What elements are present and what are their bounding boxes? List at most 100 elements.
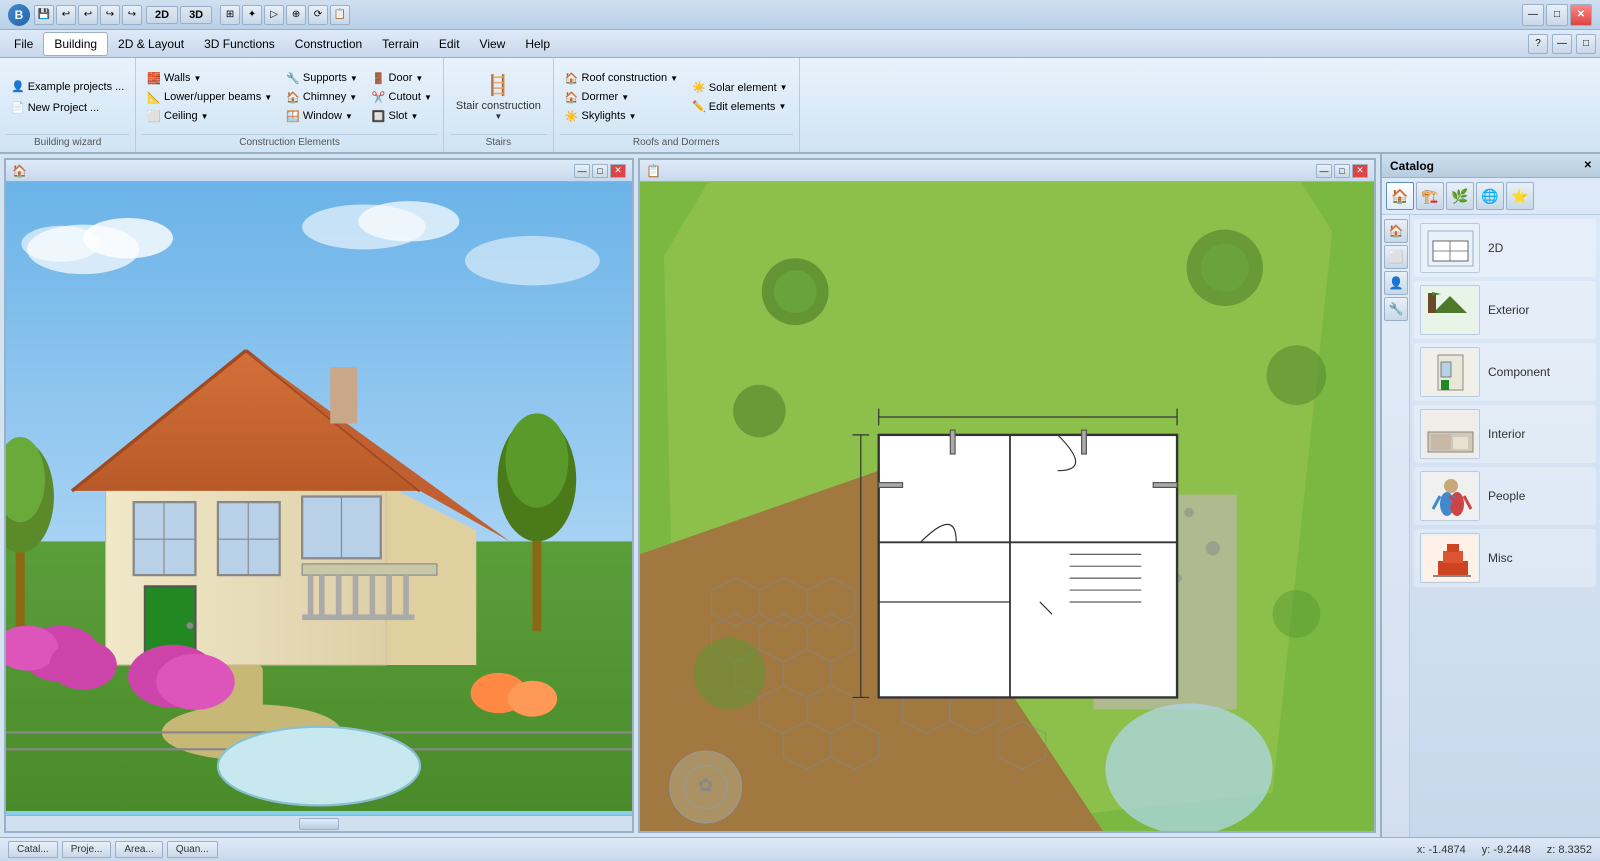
status-tab-quantity[interactable]: Quan...	[167, 841, 218, 858]
roofs-label: Roofs and Dormers	[560, 134, 793, 148]
catalog-tool-home[interactable]: 🏗️	[1416, 182, 1444, 210]
ribbon-group-construction: 🧱 Walls ▼ 📐 Lower/upper beams ▼ ⬜ Ceilin…	[136, 58, 444, 152]
status-tab-catalog[interactable]: Catal...	[8, 841, 58, 858]
catalog-tool-fav[interactable]: ⭐	[1506, 182, 1534, 210]
toolbar-btn6[interactable]: 📋	[330, 5, 350, 25]
redo2-btn[interactable]: ↪	[122, 5, 142, 25]
menu-building[interactable]: Building	[43, 32, 108, 56]
slot-arrow: ▼	[410, 112, 418, 121]
roof-construction-btn[interactable]: 🏠 Roof construction ▼	[560, 70, 683, 87]
redo-btn[interactable]: ↪	[100, 5, 120, 25]
save-btn[interactable]: 💾	[34, 5, 54, 25]
panel-3d-minimize[interactable]: —	[574, 164, 590, 178]
status-tab-project[interactable]: Proje...	[62, 841, 112, 858]
stair-construction-btn[interactable]: 🪜 Stair construction ▼	[450, 69, 547, 125]
ceiling-icon: ⬜	[147, 110, 161, 123]
catalog-item-misc[interactable]: Misc	[1414, 529, 1596, 587]
construction-label: Construction Elements	[142, 134, 437, 148]
door-arrow: ▼	[415, 74, 423, 83]
panel-2d-minimize[interactable]: —	[1316, 164, 1332, 178]
undo-btn[interactable]: ↩	[56, 5, 76, 25]
toolbar-btn1[interactable]: ⊞	[220, 5, 240, 25]
maximize-btn[interactable]: □	[1546, 4, 1568, 26]
ceiling-btn[interactable]: ⬜ Ceiling ▼	[142, 108, 277, 125]
catalog-close[interactable]: ✕	[1584, 160, 1592, 171]
toolbar-btn4[interactable]: ⊕	[286, 5, 306, 25]
roofs-col1: 🏠 Roof construction ▼ 🏠 Dormer ▼ ☀️ Skyl…	[560, 70, 683, 125]
lower-upper-beams-btn[interactable]: 📐 Lower/upper beams ▼	[142, 89, 277, 106]
edit-arrow: ▼	[778, 102, 786, 111]
help-icon[interactable]: ?	[1528, 34, 1548, 54]
expand-icon[interactable]: □	[1576, 34, 1596, 54]
cat-nav-person[interactable]: 👤	[1384, 271, 1408, 295]
menu-construction[interactable]: Construction	[285, 33, 372, 55]
catalog-tool-3d[interactable]: 🏠	[1386, 182, 1414, 210]
catalog-toolbar: 🏠 🏗️ 🌿 🌐 ⭐	[1382, 178, 1600, 215]
stairs-arrow: ▼	[494, 112, 502, 121]
window-btn[interactable]: 🪟 Window ▼	[281, 108, 363, 125]
2d-toggle[interactable]: 2D	[146, 6, 178, 24]
catalog-tool-world[interactable]: 🌐	[1476, 182, 1504, 210]
settings-icon[interactable]: —	[1552, 34, 1572, 54]
cat-nav-grid[interactable]: ⬜	[1384, 245, 1408, 269]
menu-view[interactable]: View	[470, 33, 516, 55]
status-bar: Catal... Proje... Area... Quan... x: -1.…	[0, 837, 1600, 861]
scene-3d[interactable]	[6, 182, 632, 811]
toolbar-btn3[interactable]: ▷	[264, 5, 284, 25]
panel-2d-maximize[interactable]: □	[1334, 164, 1350, 178]
toolbar-btn2[interactable]: ✦	[242, 5, 262, 25]
menu-help[interactable]: Help	[515, 33, 560, 55]
catalog-item-2d[interactable]: 2D	[1414, 219, 1596, 277]
undo2-btn[interactable]: ↩	[78, 5, 98, 25]
supports-btn[interactable]: 🔧 Supports ▼	[281, 70, 363, 87]
cat-nav-house[interactable]: 🏠	[1384, 219, 1408, 243]
close-btn[interactable]: ✕	[1570, 4, 1592, 26]
panel-2d-close[interactable]: ✕	[1352, 164, 1368, 178]
dormer-btn[interactable]: 🏠 Dormer ▼	[560, 89, 683, 106]
dormer-arrow: ▼	[621, 93, 629, 102]
catalog-tool-terrain[interactable]: 🌿	[1446, 182, 1474, 210]
example-projects-btn[interactable]: 👤 Example projects ...	[6, 78, 129, 95]
supports-arrow: ▼	[350, 74, 358, 83]
solar-element-btn[interactable]: ☀️ Solar element ▼	[687, 79, 793, 96]
3d-scrollbar[interactable]	[6, 815, 632, 831]
menu-2d-layout[interactable]: 2D & Layout	[108, 33, 194, 55]
construction-content: 🧱 Walls ▼ 📐 Lower/upper beams ▼ ⬜ Ceilin…	[142, 62, 437, 132]
walls-btn[interactable]: 🧱 Walls ▼	[142, 70, 277, 87]
wizard-content: 👤 Example projects ... 📄 New Project ...	[6, 62, 129, 132]
menu-edit[interactable]: Edit	[429, 33, 470, 55]
door-icon: 🚪	[372, 72, 386, 85]
panel-2d-icon: 📋	[646, 164, 661, 178]
skylights-btn[interactable]: ☀️ Skylights ▼	[560, 108, 683, 125]
toolbar-btn5[interactable]: ⟳	[308, 5, 328, 25]
menu-file[interactable]: File	[4, 33, 43, 55]
supports-icon: 🔧	[286, 72, 300, 85]
panel-3d-maximize[interactable]: □	[592, 164, 608, 178]
3d-scene-svg	[6, 182, 632, 811]
catalog-item-exterior[interactable]: Exterior	[1414, 281, 1596, 339]
status-tab-area[interactable]: Area...	[115, 841, 162, 858]
catalog-left-nav: 🏠 ⬜ 👤 🔧	[1382, 215, 1410, 837]
new-project-btn[interactable]: 📄 New Project ...	[6, 99, 129, 116]
minimize-btn[interactable]: —	[1522, 4, 1544, 26]
slot-btn[interactable]: 🔲 Slot ▼	[367, 108, 437, 125]
3d-scrollbar-thumb[interactable]	[299, 818, 339, 830]
menu-3d-functions[interactable]: 3D Functions	[194, 33, 285, 55]
catalog-item-people[interactable]: People	[1414, 467, 1596, 525]
3d-toggle[interactable]: 3D	[180, 6, 212, 24]
door-btn[interactable]: 🚪 Door ▼	[367, 70, 437, 87]
scene-2d[interactable]: ✿	[640, 182, 1374, 831]
cat-thumb-component	[1420, 347, 1480, 397]
roof-icon: 🏠	[565, 72, 579, 85]
beams-arrow: ▼	[264, 93, 272, 102]
panel-3d-close[interactable]: ✕	[610, 164, 626, 178]
wizard-label: Building wizard	[6, 134, 129, 148]
catalog-item-interior[interactable]: Interior	[1414, 405, 1596, 463]
new-project-icon: 📄	[11, 101, 25, 114]
menu-terrain[interactable]: Terrain	[372, 33, 429, 55]
cat-nav-tool[interactable]: 🔧	[1384, 297, 1408, 321]
chimney-btn[interactable]: 🏠 Chimney ▼	[281, 89, 363, 106]
edit-elements-btn[interactable]: ✏️ Edit elements ▼	[687, 98, 793, 115]
cutout-btn[interactable]: ✂️ Cutout ▼	[367, 89, 437, 106]
catalog-item-component[interactable]: Component	[1414, 343, 1596, 401]
